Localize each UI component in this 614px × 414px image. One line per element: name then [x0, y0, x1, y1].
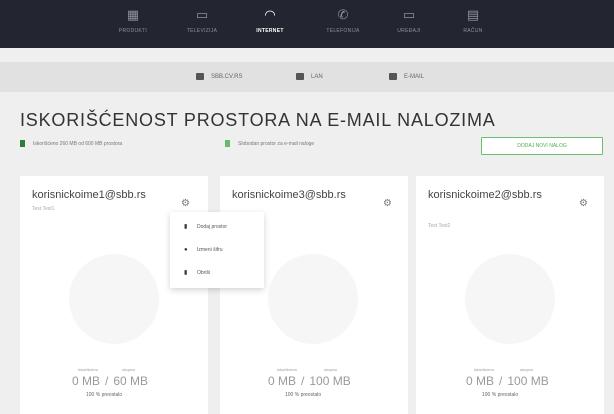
- subnav-item-label: SBB.CV.RS: [211, 74, 243, 80]
- nav-item-label: TELEFONIJA: [326, 28, 360, 34]
- account-email: korisnickoime3@sbb.rs: [232, 189, 346, 201]
- add-account-button[interactable]: DODAJ NOVI NALOG: [481, 137, 603, 155]
- legend-used: Iskorišćeno 260 MB od 600 MB prostora: [20, 140, 122, 149]
- account-name: Test Test1: [32, 206, 55, 212]
- total-label: ukupno: [122, 367, 136, 372]
- legend-used-label: Iskorišćeno 260 MB od 600 MB prostora: [33, 141, 123, 147]
- account-email: korisnickoime1@sbb.rs: [32, 189, 146, 201]
- menu-item-label: Izmeni šifru: [197, 247, 223, 253]
- devices-icon: ▭: [402, 8, 416, 23]
- nav-item-label: PRODUKTI: [118, 28, 148, 34]
- tv-icon: ▦: [126, 8, 140, 23]
- top-navigation: ▦ PRODUKTI ▭ TELEVIZIJA ◠ INTERNET ✆ TEL…: [0, 0, 614, 48]
- used-label: iskorišćeno: [474, 367, 495, 372]
- usage-chart: [69, 254, 159, 344]
- server-icon: [196, 72, 204, 80]
- menu-item-delete[interactable]: ▮ Obriši: [170, 262, 264, 284]
- menu-item-change-password[interactable]: ● Izmeni šifru: [170, 239, 264, 261]
- subnav-item-email[interactable]: E-MAIL: [389, 62, 424, 92]
- wifi-icon: ◠: [264, 8, 276, 23]
- usage-chart: [465, 254, 555, 344]
- usage-value: 0 MB/100 MB: [268, 374, 351, 388]
- nav-item-label: TELEVIZIJA: [186, 28, 218, 34]
- used-value: 0 MB: [466, 374, 495, 388]
- menu-item-add-storage[interactable]: ▮ Dodaj prostor: [170, 216, 264, 238]
- remaining-percent: 100 % preostalo: [482, 392, 519, 398]
- trash-icon: ▮: [184, 270, 188, 276]
- legend-used-swatch: [20, 140, 25, 148]
- phone-icon: ✆: [337, 8, 349, 23]
- total-value: 60 MB: [113, 374, 149, 388]
- gear-icon[interactable]: ⚙: [383, 198, 392, 209]
- remaining-percent: 100 % preostalo: [86, 392, 123, 398]
- nav-item-televizija[interactable]: ▭ TELEVIZIJA: [172, 0, 232, 48]
- subnav-item-label: E-MAIL: [404, 74, 425, 80]
- nav-item-racun[interactable]: ▤ RAČUN: [443, 0, 503, 48]
- nav-item-label: INTERNET: [256, 28, 284, 34]
- nav-item-produkti[interactable]: ▦ PRODUKTI: [103, 0, 163, 48]
- bill-icon: ▤: [466, 8, 480, 23]
- used-label: iskorišćeno: [78, 367, 99, 372]
- account-actions-menu: ▮ Dodaj prostor ● Izmeni šifru ▮ Obriši: [170, 212, 264, 288]
- sub-navigation: SBB.CV.RS LAN E-MAIL: [0, 62, 614, 92]
- nav-item-uredjaji[interactable]: ▭ UREĐAJI: [379, 0, 439, 48]
- remaining-percent: 100 % preostalo: [285, 392, 322, 398]
- page-title: ISKORIŠĆENOST PROSTORA NA E-MAIL NALOZIM…: [20, 110, 496, 130]
- legend-free-label: Slobodan prostor za e-mail naloge: [238, 141, 315, 147]
- nav-item-telefonija[interactable]: ✆ TELEFONIJA: [313, 0, 373, 48]
- lan-icon: [296, 72, 304, 80]
- subnav-item-sbb[interactable]: SBB.CV.RS: [196, 62, 242, 92]
- total-label: ukupno: [324, 367, 338, 372]
- total-label: ukupno: [520, 367, 534, 372]
- gear-icon[interactable]: ⚙: [579, 198, 588, 209]
- nav-item-label: UREĐAJI: [397, 28, 421, 34]
- used-value: 0 MB: [72, 374, 101, 388]
- storage-icon: ▮: [184, 224, 188, 230]
- monitor-icon: ▭: [195, 8, 209, 23]
- account-card: korisnickoime2@sbb.rs Test Test2 ⚙ iskor…: [416, 176, 604, 414]
- menu-item-label: Obriši: [197, 270, 211, 276]
- usage-value: 0 MB/100 MB: [466, 374, 549, 388]
- usage-value: 0 MB/60 MB: [72, 374, 149, 388]
- used-value: 0 MB: [268, 374, 297, 388]
- legend-free-swatch: [225, 140, 230, 148]
- legend-free: Slobodan prostor za e-mail naloge: [225, 140, 314, 149]
- used-label: iskorišćeno: [277, 367, 298, 372]
- subnav-item-lan[interactable]: LAN: [296, 62, 323, 92]
- nav-item-internet[interactable]: ◠ INTERNET: [240, 0, 300, 48]
- account-email: korisnickoime2@sbb.rs: [428, 189, 542, 201]
- lock-icon: ●: [184, 247, 188, 253]
- account-name: Test Test2: [428, 223, 451, 229]
- total-value: 100 MB: [309, 374, 351, 388]
- usage-chart: [268, 254, 358, 344]
- nav-item-label: RAČUN: [463, 28, 483, 34]
- gear-icon[interactable]: ⚙: [181, 198, 190, 209]
- total-value: 100 MB: [507, 374, 549, 388]
- subnav-item-label: LAN: [311, 74, 323, 80]
- menu-item-label: Dodaj prostor: [197, 224, 228, 230]
- mail-icon: [389, 72, 397, 80]
